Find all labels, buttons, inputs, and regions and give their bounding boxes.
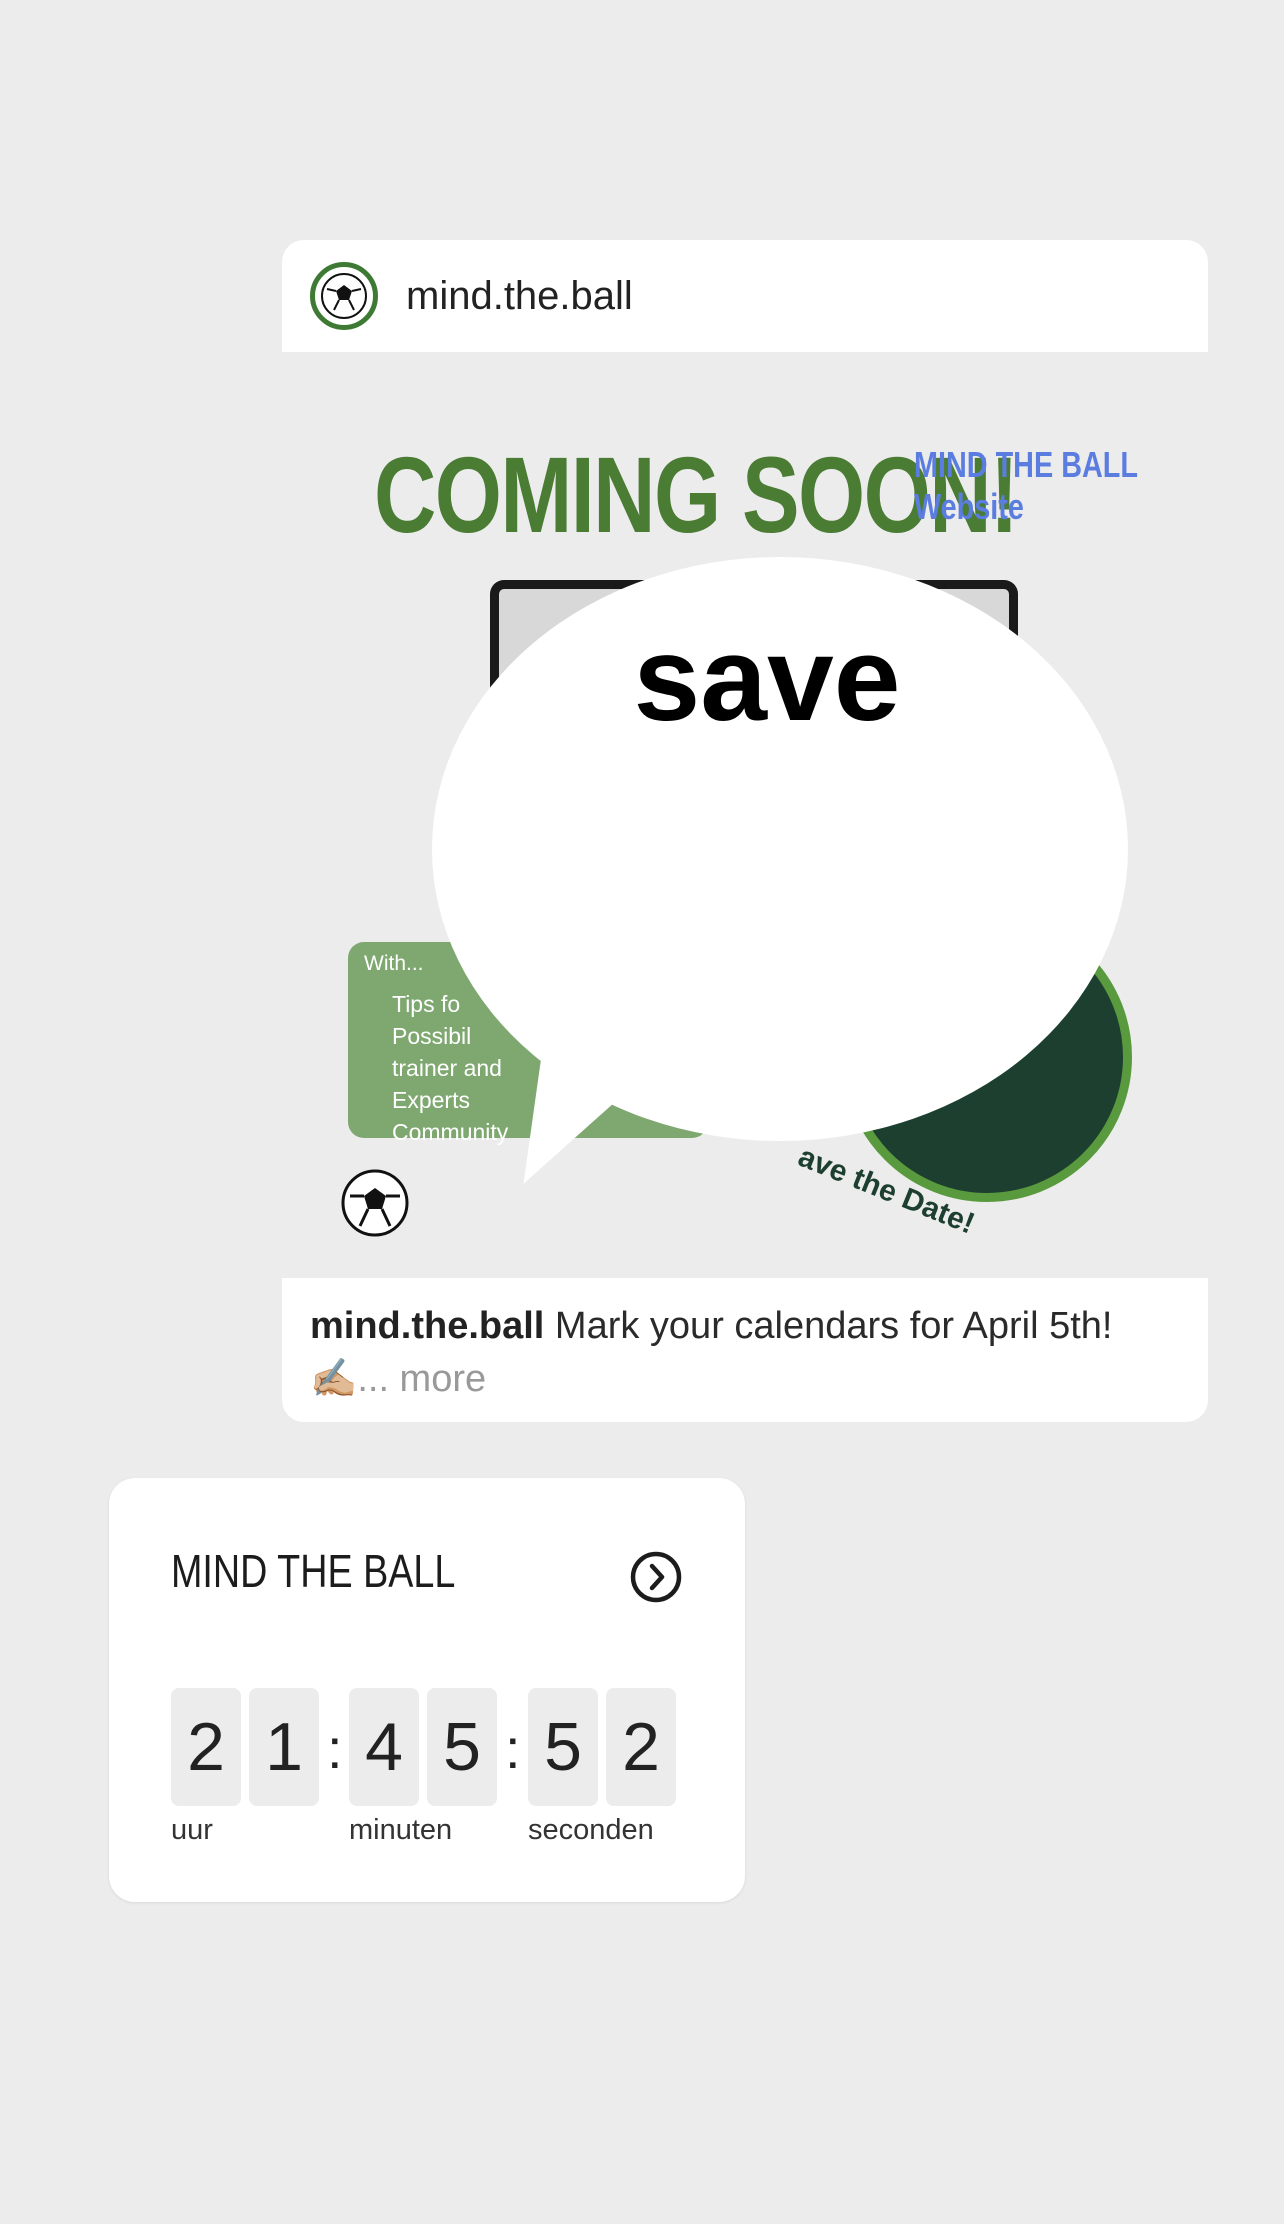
headline-side-line2: Website: [914, 486, 1024, 527]
writing-hand-icon: ✍🏼: [310, 1358, 358, 1400]
post-image[interactable]: COMING SOON! MIND THE BALL Website With.…: [282, 352, 1208, 1278]
sticker-word: save: [633, 612, 901, 746]
countdown-seconds-digit-1: 5: [528, 1688, 598, 1806]
countdown-minutes-digit-2: 5: [427, 1688, 497, 1806]
post-username[interactable]: mind.the.ball: [406, 274, 633, 319]
post-header[interactable]: mind.the.ball: [282, 240, 1208, 352]
countdown-minutes-digit-1: 4: [349, 1688, 419, 1806]
countdown-title: MIND THE BALL: [171, 1545, 456, 1597]
headline-side-text: MIND THE BALL Website: [914, 444, 1138, 528]
avatar[interactable]: [310, 262, 378, 330]
caption-username[interactable]: mind.the.ball: [310, 1305, 544, 1347]
countdown-sticker[interactable]: MIND THE BALL 2 1 : 4 5 : 5 2 uur minute…: [109, 1478, 745, 1902]
countdown-hours-digit-2: 1: [249, 1688, 319, 1806]
countdown-separator: :: [327, 1717, 343, 1780]
headline-side-line1: MIND THE BALL: [914, 444, 1138, 485]
countdown-unit-seconds: seconden: [528, 1814, 654, 1846]
caption-text: mind.the.ball Mark your calendars for Ap…: [310, 1300, 1190, 1406]
countdown-seconds-digit-2: 2: [606, 1688, 676, 1806]
countdown-unit-hours: uur: [171, 1814, 213, 1846]
countdown-separator: :: [505, 1717, 521, 1780]
soccer-ball-icon: [341, 1169, 409, 1237]
caption-more-link[interactable]: ... more: [357, 1358, 486, 1400]
post-caption: mind.the.ball Mark your calendars for Ap…: [282, 1278, 1208, 1422]
countdown-hours-digit-1: 2: [171, 1688, 241, 1806]
caption-body: Mark your calendars for April 5th!: [554, 1305, 1113, 1347]
chevron-right-circle-icon[interactable]: [629, 1550, 683, 1604]
countdown-unit-minutes: minuten: [349, 1814, 453, 1846]
features-intro: With...: [358, 950, 430, 978]
soccer-ball-logo-icon: [321, 273, 367, 319]
